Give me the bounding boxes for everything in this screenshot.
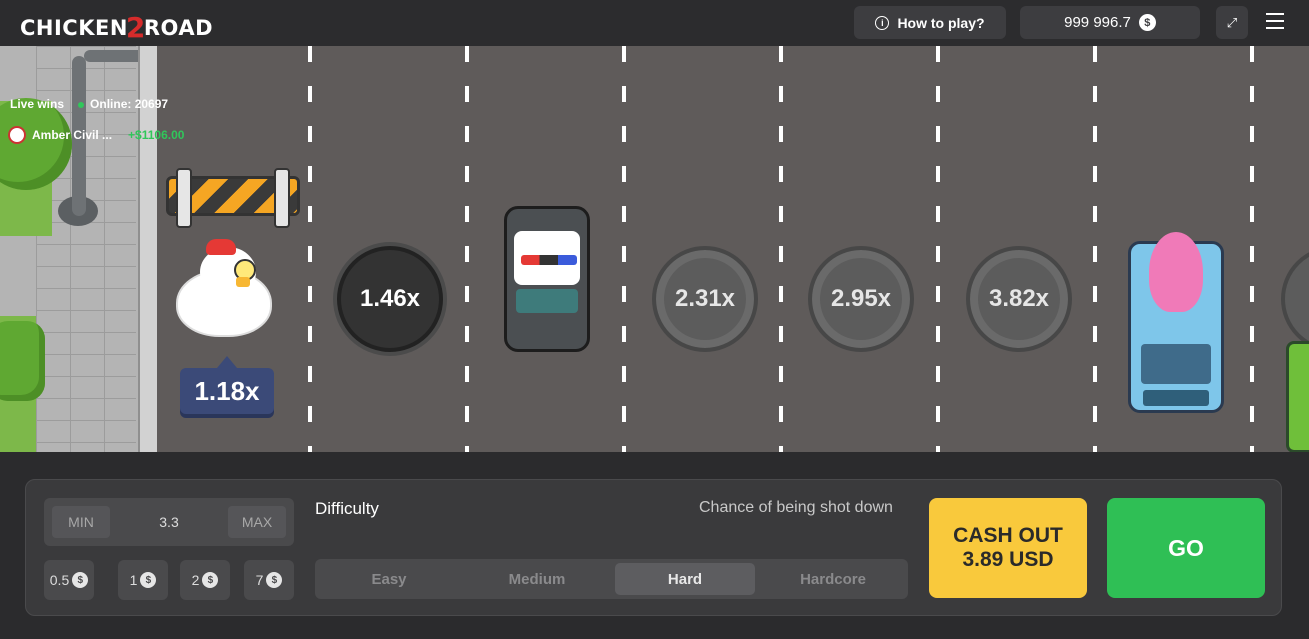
green-truck-icon — [1286, 341, 1309, 452]
hamburger-menu-icon[interactable] — [1266, 13, 1284, 29]
fullscreen-icon: ⤢ — [1226, 14, 1238, 30]
difficulty-easy[interactable]: Easy — [319, 563, 459, 595]
difficulty-hardcore[interactable]: Hardcore — [763, 563, 903, 595]
online-dot-icon — [78, 101, 85, 108]
cash-out-button[interactable]: CASH OUT 3.89 USD — [929, 498, 1087, 598]
cash-out-label: CASH OUT — [953, 524, 1063, 547]
how-to-play-label: How to play? — [897, 14, 985, 31]
lane-divider — [1093, 46, 1097, 452]
info-icon: i — [875, 15, 890, 30]
go-button[interactable]: GO — [1107, 498, 1265, 598]
difficulty-hard[interactable]: Hard — [615, 563, 755, 595]
lane-divider — [465, 46, 469, 452]
ice-cream-truck-icon — [1128, 232, 1224, 413]
lane-manhole-7[interactable] — [1281, 246, 1309, 352]
chip-button-2[interactable]: 2 $ — [180, 560, 230, 600]
max-bet-button[interactable]: MAX — [228, 506, 286, 538]
lane-multiplier: 3.82x — [988, 285, 1050, 312]
bet-amount-input[interactable]: 3.3 — [124, 506, 214, 538]
chicken-icon — [172, 239, 272, 339]
lane-manhole-1[interactable]: 1.46x — [337, 246, 443, 352]
balance-display: 999 996.7 $ — [1020, 6, 1200, 39]
dollar-coin-icon: $ — [140, 572, 157, 588]
lane-multiplier: 2.95x — [830, 285, 892, 312]
road-barrier-icon — [166, 168, 300, 228]
police-car-icon — [504, 206, 590, 352]
lane-multiplier: 1.46x — [359, 285, 421, 312]
difficulty-selector: Easy Medium Hard Hardcore — [315, 559, 908, 599]
lane-divider — [1250, 46, 1254, 452]
difficulty-label: Difficulty — [315, 499, 379, 518]
top-bar: CHICKEN2ROAD i How to play? 999 996.7 $ … — [0, 0, 1309, 46]
lane-divider — [308, 46, 312, 452]
lane-manhole-4[interactable]: 2.95x — [808, 246, 914, 352]
cash-out-amount: 3.89 USD — [962, 548, 1054, 571]
lane-divider — [936, 46, 940, 452]
dollar-coin-icon: $ — [72, 572, 89, 588]
live-win-entry: Amber Civil ... +$1106.00 — [8, 126, 184, 144]
game-logo: CHICKEN2ROAD — [20, 11, 214, 44]
chip-button-0-5[interactable]: 0.5 $ — [44, 560, 94, 600]
fullscreen-button[interactable]: ⤢ — [1216, 6, 1248, 39]
lane-divider — [622, 46, 626, 452]
live-wins-bar: Live wins Online: 20697 — [10, 97, 168, 111]
dollar-coin-icon: $ — [202, 572, 219, 588]
bush-icon — [0, 321, 45, 401]
winner-amount: +$1106.00 — [128, 128, 185, 142]
lane-multiplier: 2.31x — [674, 285, 736, 312]
lane-manhole-3[interactable]: 2.31x — [652, 246, 758, 352]
chip-button-7[interactable]: 7 $ — [244, 560, 294, 600]
difficulty-medium[interactable]: Medium — [467, 563, 607, 595]
lane-divider — [779, 46, 783, 452]
lane-manhole-5[interactable]: 3.82x — [966, 246, 1072, 352]
balance-value: 999 996.7 — [1064, 14, 1131, 31]
chip-button-1[interactable]: 1 $ — [118, 560, 168, 600]
dollar-coin-icon: $ — [266, 572, 283, 588]
current-multiplier-badge: 1.18x — [180, 356, 274, 414]
flag-icon — [8, 126, 26, 144]
live-wins-label: Live wins — [10, 97, 65, 111]
chance-label: Chance of being shot down — [699, 499, 893, 516]
min-bet-button[interactable]: MIN — [52, 506, 110, 538]
winner-name: Amber Civil ... — [32, 128, 113, 142]
online-count: Online: 20697 — [78, 97, 168, 111]
bet-amount-box: MIN 3.3 MAX — [44, 498, 294, 546]
game-scene: 1.18x 1.46x 2.31x 2.95x 3.82x Live wins … — [0, 46, 1309, 452]
bet-control-panel: MIN 3.3 MAX 0.5 $ 1 $ 2 $ 7 $ Difficulty Cha… — [25, 479, 1282, 616]
dollar-coin-icon: $ — [1138, 14, 1156, 31]
how-to-play-button[interactable]: i How to play? — [854, 6, 1006, 39]
